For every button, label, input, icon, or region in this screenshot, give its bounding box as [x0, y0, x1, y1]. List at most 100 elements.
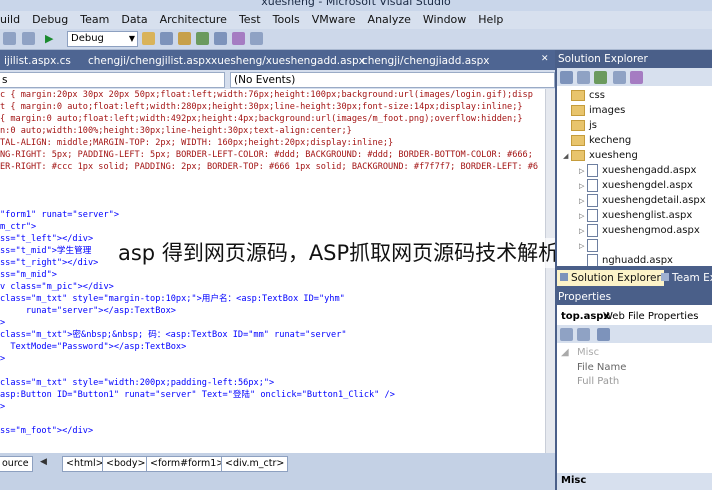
code-line: ss="m_mid">	[0, 269, 57, 281]
menu-build[interactable]: uild	[0, 11, 26, 29]
tree-item-label: xueshengdel.aspx	[602, 180, 693, 191]
menu-vmware[interactable]: VMware	[306, 11, 362, 29]
expand-icon[interactable]: ▷	[579, 224, 587, 239]
code-line: ss="t_mid">学生管理	[0, 245, 91, 257]
show-all-files-icon[interactable]	[577, 71, 590, 84]
menu-analyze[interactable]: Analyze	[362, 11, 417, 29]
code-token: class="m_txt" style="margin-top:10px;">用…	[0, 294, 345, 304]
tree-item[interactable]: ▷ xueshengmod.aspx	[579, 223, 700, 238]
tab-team-explorer[interactable]: Team Exp	[658, 270, 712, 286]
expand-icon[interactable]: ▷	[579, 194, 587, 209]
breadcrumb-html[interactable]: <html>	[62, 456, 108, 472]
code-editor[interactable]: c { margin:20px 30px 20px 50px;float:lef…	[0, 89, 545, 453]
tab-chengjilist-aspx[interactable]: chengji/chengjilist.aspx	[84, 52, 215, 70]
tree-item-label: nghuadd.aspx	[602, 255, 673, 266]
expand-icon[interactable]: ▷	[579, 179, 587, 194]
element-select-value: s	[2, 74, 8, 86]
start-page-icon[interactable]	[232, 32, 245, 45]
properties-button-icon[interactable]	[560, 71, 573, 84]
menu-architecture[interactable]: Architecture	[154, 11, 233, 29]
folder-icon	[571, 104, 585, 116]
tab-chengjiadd[interactable]: chengji/chengjiadd.aspx	[358, 52, 494, 70]
event-select-value: (No Events)	[234, 74, 296, 86]
close-icon[interactable]: ✕	[541, 54, 549, 64]
tree-item[interactable]: js	[563, 118, 597, 133]
start-debug-icon[interactable]: ▶	[45, 32, 58, 45]
expand-icon[interactable]: ◢	[563, 149, 571, 164]
properties-title: Properties	[555, 289, 712, 306]
solution-explorer-icon[interactable]	[160, 32, 173, 45]
breadcrumb-form[interactable]: <form#form1>	[146, 456, 229, 472]
folder-icon	[571, 89, 585, 101]
menu-test[interactable]: Test	[233, 11, 267, 29]
view-code-icon[interactable]	[613, 71, 626, 84]
code-token: class="m_txt" style="width:200px;padding…	[0, 378, 275, 388]
solution-explorer-tabs: Solution Explorer Team Exp	[557, 268, 712, 287]
expand-icon[interactable]: ▷	[579, 209, 587, 224]
tree-item[interactable]: kecheng	[563, 133, 631, 148]
code-line: asp:Button ID="Button1" runat="server" T…	[0, 389, 395, 401]
menu-help[interactable]: Help	[472, 11, 509, 29]
tree-item[interactable]: images	[563, 103, 625, 118]
tree-item[interactable]: ▷	[579, 238, 602, 253]
code-line: ER-RIGHT: #ccc 1px solid; PADDING: 2px; …	[0, 161, 538, 173]
undo-icon[interactable]	[3, 32, 16, 45]
properties-object-type: Web File Properties	[603, 311, 699, 322]
configuration-select[interactable]: Debug ▼	[67, 31, 138, 47]
menu-window[interactable]: Window	[417, 11, 472, 29]
file-icon	[587, 253, 598, 266]
code-line: m_ctr">	[0, 221, 36, 233]
breadcrumb-body[interactable]: <body>	[102, 456, 150, 472]
menu-data[interactable]: Data	[115, 11, 153, 29]
tree-item-label: xueshengdetail.aspx	[602, 195, 706, 206]
expand-icon[interactable]: ▷	[579, 164, 587, 179]
breadcrumb-div[interactable]: <div.m_ctr>	[221, 456, 289, 472]
category-collapse-icon[interactable]: ◢	[561, 347, 569, 358]
tree-item[interactable]: css	[563, 88, 605, 103]
code-token: { margin:0 auto;float:left;width:492px;h…	[0, 114, 523, 124]
code-line: NG-RIGHT: 5px; PADDING-LEFT: 5px; BORDER…	[0, 149, 533, 161]
event-select[interactable]: (No Events)	[230, 72, 555, 88]
source-view-tab[interactable]: ource	[0, 456, 33, 472]
tree-item[interactable]: nghuadd.aspx	[579, 253, 673, 266]
tree-item[interactable]: ▷ xuesheng​list.aspx	[579, 208, 692, 223]
menu-team[interactable]: Team	[74, 11, 115, 29]
code-token: asp:Button ID="Button1" runat="server" T…	[0, 390, 395, 400]
solution-explorer-title: Solution Explorer	[555, 51, 712, 68]
property-full-path[interactable]: Full Path	[577, 376, 619, 387]
expand-icon[interactable]: ▷	[579, 239, 587, 254]
toolbar: ▶ Debug ▼	[0, 29, 712, 50]
code-line: >	[0, 353, 5, 365]
code-token: n:0 auto;width:100%;height:30px;line-hei…	[0, 126, 352, 136]
properties-icon[interactable]	[178, 32, 191, 45]
menu-tools[interactable]: Tools	[267, 11, 306, 29]
object-browser-icon[interactable]	[196, 32, 209, 45]
toolbox-icon[interactable]	[214, 32, 227, 45]
find-icon[interactable]	[142, 32, 155, 45]
redo-icon[interactable]	[22, 32, 35, 45]
code-token: t { margin:0 auto;float:left;width:280px…	[0, 102, 523, 112]
code-token: runat="server"></asp:TextBox>	[0, 306, 176, 316]
property-pages-icon[interactable]	[597, 328, 610, 341]
menu-bar: uild Debug Team Data Architecture Test Tools VM…	[0, 11, 712, 30]
tab-chengjilist-cs[interactable]: ijilist.aspx.cs	[0, 52, 75, 70]
property-file-name[interactable]: File Name	[577, 362, 626, 373]
tab-xueshengadd[interactable]: xuesheng/xueshengadd.aspx	[207, 52, 369, 70]
extension-icon[interactable]	[250, 32, 263, 45]
refresh-icon[interactable]	[594, 71, 607, 84]
alphabetical-icon[interactable]	[577, 328, 590, 341]
code-token: ER-RIGHT: #ccc 1px solid; PADDING: 2px; …	[0, 162, 539, 172]
tree-item[interactable]: ◢ xuesheng	[563, 148, 638, 163]
file-icon	[587, 178, 598, 192]
file-icon	[587, 238, 598, 252]
view-designer-icon[interactable]	[630, 71, 643, 84]
scroll-left-icon[interactable]: ◀	[40, 457, 47, 467]
tree-item[interactable]: ▷ xueshengdel.aspx	[579, 178, 693, 193]
menu-debug[interactable]: Debug	[26, 11, 74, 29]
tree-item[interactable]: ▷ xueshengadd.aspx	[579, 163, 696, 178]
element-select[interactable]: s	[0, 72, 225, 88]
tab-solution-explorer[interactable]: Solution Explorer	[557, 270, 664, 286]
categorized-icon[interactable]	[560, 328, 573, 341]
tree-item-label: xuesheng	[589, 150, 638, 161]
tree-item[interactable]: ▷ xueshengdetail.aspx	[579, 193, 706, 208]
